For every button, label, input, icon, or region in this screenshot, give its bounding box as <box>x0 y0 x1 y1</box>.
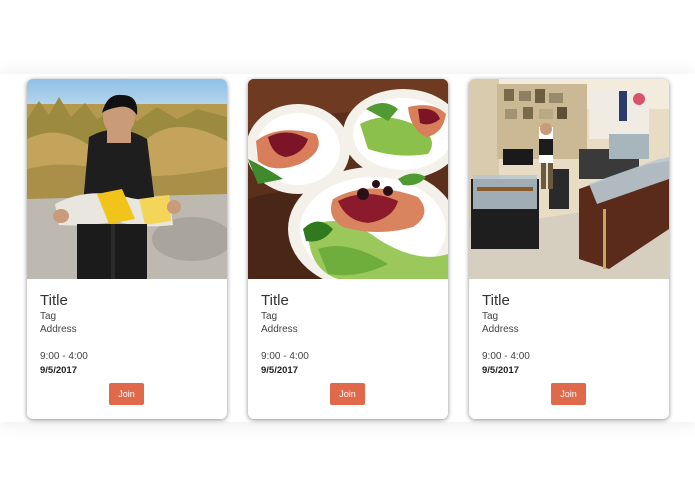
card-title: Title <box>40 292 68 309</box>
card-tag: Tag <box>261 311 278 322</box>
card-hours: 9:00 - 4:00 <box>261 351 309 362</box>
join-button[interactable]: Join <box>109 383 144 405</box>
card-hours: 9:00 - 4:00 <box>40 351 88 362</box>
join-button[interactable]: Join <box>330 383 365 405</box>
card-title: Title <box>482 292 510 309</box>
card-date: 9/5/2017 <box>482 365 519 376</box>
card-hours: 9:00 - 4:00 <box>482 351 530 362</box>
card-date: 9/5/2017 <box>261 365 298 376</box>
card-address: Address <box>261 324 298 335</box>
join-button[interactable]: Join <box>551 383 586 405</box>
card-date: 9/5/2017 <box>40 365 77 376</box>
event-card: Title Tag Address 9:00 - 4:00 9/5/2017 J… <box>469 79 669 419</box>
event-card: Title Tag Address 9:00 - 4:00 9/5/2017 J… <box>27 79 227 419</box>
card-address: Address <box>482 324 519 335</box>
salmon-dish-photo <box>248 79 448 279</box>
shop-interior-photo <box>469 79 669 279</box>
boy-reading-map-photo <box>27 79 227 279</box>
card-title: Title <box>261 292 289 309</box>
card-tag: Tag <box>482 311 499 322</box>
card-address: Address <box>40 324 77 335</box>
card-tag: Tag <box>40 311 57 322</box>
event-card: Title Tag Address 9:00 - 4:00 9/5/2017 J… <box>248 79 448 419</box>
